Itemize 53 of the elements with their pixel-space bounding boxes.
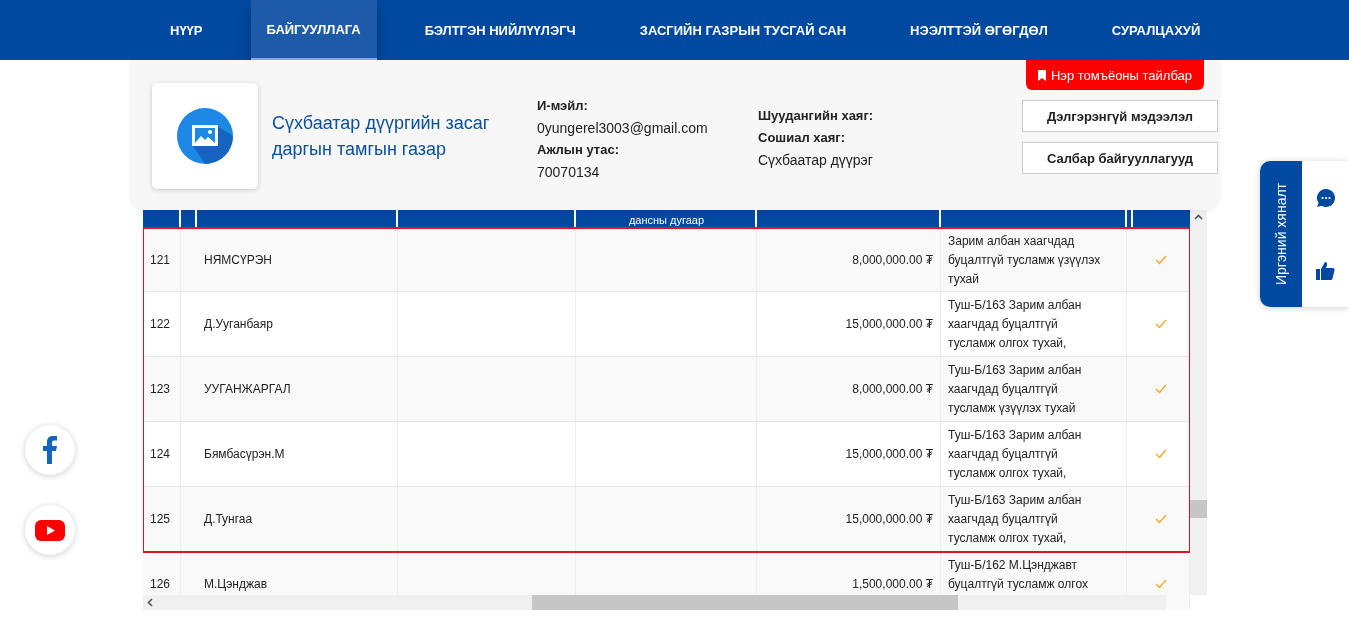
email-label: И-мэйл: <box>537 97 589 115</box>
nav-tab[interactable]: НҮҮР <box>154 0 219 60</box>
table-cell: Бямбасүрэн.М <box>197 422 398 486</box>
glossary-button[interactable]: Нэр томъёоны тайлбар <box>1025 60 1204 90</box>
nav-tab[interactable]: ЗАСГИЙН ГАЗРЫН ТУСГАЙ САН <box>623 0 863 60</box>
table-cell: Туш-Б/163 Зарим албан хаагчдад буцалтгүй тусламж олгох тухай, <box>941 487 1127 551</box>
nav-tab[interactable]: НЭЭЛТТЭЙ ӨГӨГДӨЛ <box>894 0 1064 60</box>
table-cell: 124 <box>143 422 181 486</box>
table-cell: Д.Ууганбаяр <box>197 292 398 356</box>
youtube-button[interactable] <box>25 505 75 555</box>
table-cell: Зарим албан хаагчдад буцалтгүй тусламж үзүүлэх тухай <box>941 228 1127 291</box>
table-cell: Туш-Б/163 Зарим албан хаагчдад буцалтгүй тусламж олгох тухай, <box>941 292 1127 356</box>
organization-name: Сүхбаатар дүүргийн засаг даргын тамгын газар <box>272 112 491 161</box>
thumbs-up-icon[interactable] <box>1316 261 1335 281</box>
table-cell: 15,000,000.00 ₮ <box>757 292 941 356</box>
table-cell: Туш-Б/163 Зарим албан хаагчдад буцалтгүй тусламж олгох тухай, <box>941 422 1127 486</box>
phone-value: 70070134 <box>537 163 601 182</box>
feedback-tab[interactable]: Иргэний хяналт <box>1260 161 1302 307</box>
mail-address-label: Шуудангийн хаяг: <box>758 107 875 125</box>
table-cell: 121 <box>143 228 181 291</box>
email-value: 0yungerel3003@gmail.com <box>537 119 709 138</box>
nav-tab[interactable]: БЭЛТГЭН НИЙЛҮҮЛЭГЧ <box>408 0 592 60</box>
table-cell: Туш-Б/163 Зарим албан хаагчдад буцалтгүй тусламж үзүүлэх тухай <box>941 357 1127 421</box>
caret-icon <box>147 598 153 607</box>
details-button[interactable]: Салбар байгууллагууд <box>1022 142 1218 174</box>
facebook-button[interactable] <box>25 425 75 475</box>
table-cell: Д.Тунгаа <box>197 487 398 551</box>
table-cell: 8,000,000.00 ₮ <box>757 357 941 421</box>
table-cell: УУГАНЖАРГАЛ <box>197 357 398 421</box>
phone-label: Ажлын утас: <box>537 141 620 159</box>
horizontal-scrollbar[interactable] <box>143 595 1166 610</box>
social-label: Сошиал хаяг: <box>758 129 847 147</box>
table-cell: 123 <box>143 357 181 421</box>
nav-tab[interactable]: СУРАЛЦАХУЙ <box>1095 0 1217 60</box>
nav-tab[interactable]: БАЙГУУЛЛАГА <box>250 0 377 60</box>
vertical-scrollbar[interactable] <box>1190 210 1207 595</box>
table-cell: 125 <box>143 487 181 551</box>
chat-icon[interactable] <box>1315 187 1336 208</box>
table-cell: 8,000,000.00 ₮ <box>757 228 941 291</box>
facebook-icon <box>43 436 57 464</box>
scrollbar-thumb[interactable] <box>1190 500 1207 518</box>
table-cell: НЯМСҮРЭН <box>197 228 398 291</box>
address-value: Сүхбаатар дүүрэг <box>758 151 874 170</box>
youtube-icon <box>35 519 65 541</box>
caret-icon <box>1194 214 1203 220</box>
image-icon <box>177 108 233 164</box>
scrollbar-thumb[interactable] <box>532 595 958 610</box>
table-cell: 15,000,000.00 ₮ <box>757 422 941 486</box>
bookmark-icon <box>1037 69 1046 81</box>
column-header: дансны дугаар <box>628 215 705 226</box>
table-cell: 122 <box>143 292 181 356</box>
details-button[interactable]: Дэлгэрэнгүй мэдээлэл <box>1022 100 1218 132</box>
table-cell: 15,000,000.00 ₮ <box>757 487 941 551</box>
